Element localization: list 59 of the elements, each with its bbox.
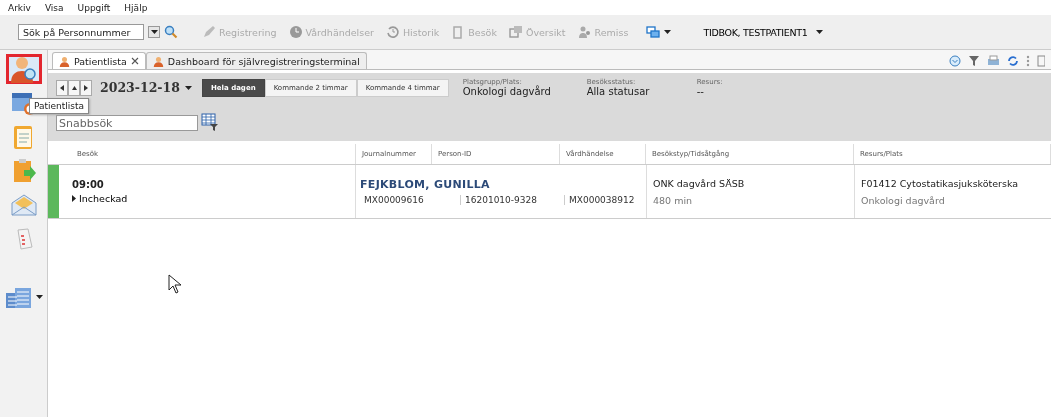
filter-value[interactable]: Alla statusar xyxy=(586,86,683,97)
more-icon[interactable] xyxy=(1026,54,1030,67)
caret-icon xyxy=(664,30,672,34)
search-icon[interactable] xyxy=(164,25,178,39)
search-field[interactable]: Sök på Personnummer xyxy=(18,24,144,40)
envelope-icon[interactable] xyxy=(9,193,38,217)
caret-icon xyxy=(815,30,823,34)
next-button[interactable] xyxy=(80,79,92,96)
person-icon xyxy=(152,55,164,67)
clock-icon xyxy=(288,25,303,39)
status-toggle[interactable]: Incheckad xyxy=(72,193,128,204)
quick-search-field[interactable]: Snabbsök xyxy=(56,115,198,131)
patient-selector[interactable]: TIDBOK, TESTPATIENT1 xyxy=(697,25,829,39)
people-icon xyxy=(577,25,592,39)
duration: 480 min xyxy=(653,194,694,206)
today-button[interactable] xyxy=(68,79,80,96)
right-arrow-icon xyxy=(84,84,88,91)
mouse-cursor-icon xyxy=(168,274,182,294)
caret-icon xyxy=(150,30,158,34)
windows-icon xyxy=(508,25,523,39)
visit-type: ONK dagvård SÄSB xyxy=(653,177,746,189)
care-event-id: MX000038912 xyxy=(564,195,646,205)
history-icon xyxy=(385,25,400,39)
person-icon xyxy=(59,55,70,67)
dropdown-caret-icon xyxy=(35,295,43,299)
up-arrow-icon xyxy=(71,85,77,90)
dropdown-button[interactable] xyxy=(148,26,160,38)
clock-dropdown-icon[interactable] xyxy=(949,54,961,67)
tab[interactable]: Patientlista xyxy=(52,52,146,69)
person-id: 16201010-9328 xyxy=(460,195,564,205)
close-icon[interactable] xyxy=(130,57,139,65)
refresh-icon[interactable] xyxy=(1007,54,1019,67)
date-picker[interactable]: 2023-12-18 xyxy=(100,80,192,95)
windows-icon xyxy=(646,26,661,38)
window-icon[interactable] xyxy=(1037,54,1045,67)
menu-item[interactable]: Uppgift xyxy=(77,1,111,14)
journal-number: MX00009616 xyxy=(363,195,425,205)
filter-value[interactable]: -- xyxy=(696,86,793,97)
filter-value[interactable]: Onkologi dagvård xyxy=(462,86,559,97)
location: Onkologi dagvård xyxy=(861,194,946,206)
pen-icon xyxy=(202,25,216,39)
visit-time: 09:00 xyxy=(72,179,105,190)
expand-arrow-icon xyxy=(72,195,76,202)
menu-item[interactable]: Hjälp xyxy=(124,1,148,14)
tab[interactable]: Dashboard för självregistreringsterminal xyxy=(145,52,367,69)
patient-name[interactable]: FEJKBLOM, GUNILLA xyxy=(360,178,646,191)
filter-icon[interactable] xyxy=(968,54,980,67)
left-arrow-icon xyxy=(60,84,64,91)
menu-item[interactable]: Arkiv xyxy=(8,1,31,14)
table-filter-icon[interactable] xyxy=(201,113,219,131)
printer-icon[interactable] xyxy=(987,54,1000,67)
previous-button[interactable] xyxy=(56,79,68,96)
menu-item[interactable]: Visa xyxy=(44,1,64,14)
building-icon[interactable] xyxy=(4,285,33,309)
resource: F01412 Cytostatikasjuksköterska xyxy=(861,177,1020,189)
windows-dropdown-button[interactable] xyxy=(646,26,672,38)
caret-icon xyxy=(184,85,192,90)
tooltip: Patientlista xyxy=(29,98,90,114)
person-search-icon[interactable] xyxy=(8,54,39,84)
